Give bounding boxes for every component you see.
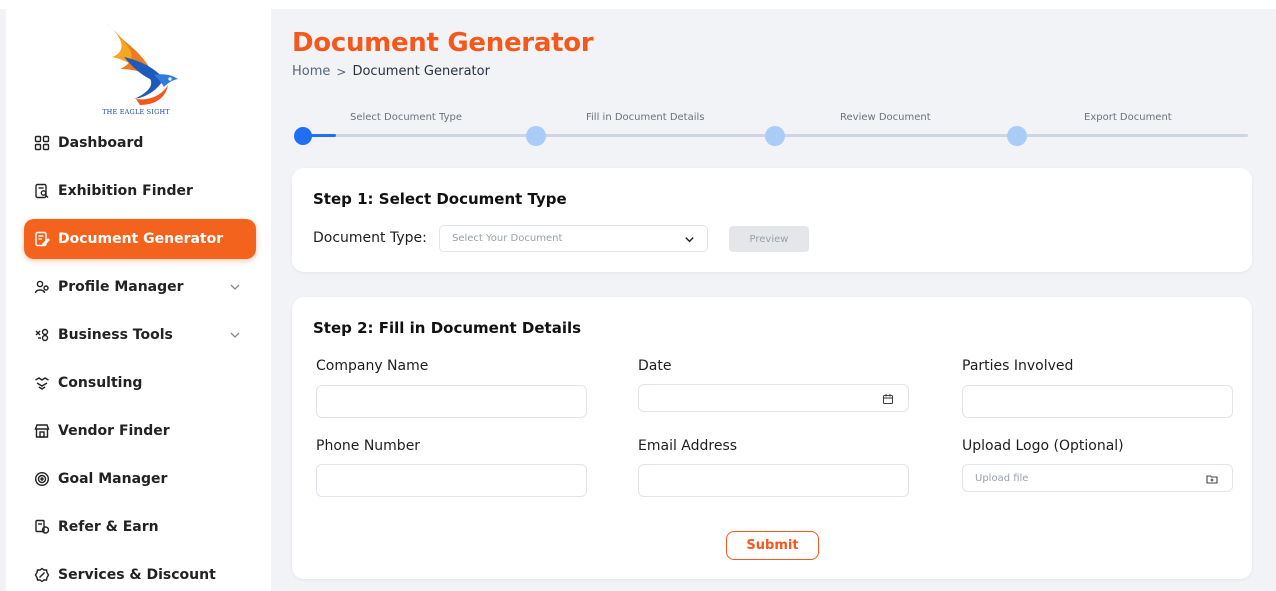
upload-logo-placeholder: Upload file <box>975 472 1029 484</box>
submit-button[interactable]: Submit <box>726 531 819 560</box>
chevron-down-icon <box>685 237 694 243</box>
breadcrumb-home-link[interactable]: Home <box>292 64 330 79</box>
logo-text: THE EAGLE SIGHT <box>102 108 170 116</box>
grid-icon <box>34 135 50 151</box>
step1-title: Step 1: Select Document Type <box>313 190 567 208</box>
date-label: Date <box>638 358 672 374</box>
sidebar-item-refer-earn[interactable]: Refer & Earn <box>24 507 256 547</box>
breadcrumb-current: Document Generator <box>352 64 490 79</box>
top-band <box>0 0 1276 9</box>
sidebar-item-profile-manager[interactable]: Profile Manager <box>24 267 256 307</box>
preview-button[interactable]: Preview <box>729 226 809 252</box>
step1-card: Step 1: Select Document Type Document Ty… <box>292 168 1252 272</box>
sidebar-item-label: Profile Manager <box>58 279 184 295</box>
sidebar-item-goal-manager[interactable]: Goal Manager <box>24 459 256 499</box>
step-dot-1[interactable] <box>294 127 312 145</box>
sidebar-item-label: Exhibition Finder <box>58 183 193 199</box>
document-type-select[interactable]: Select Your Document <box>439 225 708 252</box>
folder-upload-icon[interactable] <box>1206 473 1218 485</box>
sidebar-item-label: Dashboard <box>58 135 144 151</box>
search-document-icon <box>35 183 49 199</box>
breadcrumb: Home > Document Generator <box>292 64 490 79</box>
company-name-input[interactable] <box>316 385 587 418</box>
phone-number-label: Phone Number <box>316 438 421 454</box>
email-address-input[interactable] <box>638 464 909 497</box>
target-icon <box>34 471 50 487</box>
sidebar-item-label: Document Generator <box>58 231 224 247</box>
chevron-down-icon[interactable] <box>228 280 242 294</box>
step-label-fill-details: Fill in Document Details <box>586 112 705 123</box>
chevron-down-icon[interactable] <box>228 328 242 342</box>
document-type-label: Document Type: <box>313 230 427 246</box>
tools-icon <box>35 328 49 342</box>
page-title: Document Generator <box>292 28 594 58</box>
sidebar: THE EAGLE SIGHT Dashboard Exhibition Fin… <box>6 9 271 591</box>
parties-involved-label: Parties Involved <box>962 358 1074 374</box>
sidebar-item-label: Refer & Earn <box>58 519 159 535</box>
users-icon <box>34 280 49 294</box>
step-dot-4[interactable] <box>1007 126 1027 146</box>
company-name-label: Company Name <box>316 358 429 374</box>
sidebar-item-vendor-finder[interactable]: Vendor Finder <box>24 411 256 451</box>
parties-involved-input[interactable] <box>962 385 1233 418</box>
sidebar-item-label: Business Tools <box>58 327 173 343</box>
document-edit-icon <box>35 231 50 247</box>
sidebar-item-dashboard[interactable]: Dashboard <box>24 123 256 163</box>
step-label-select-type: Select Document Type <box>350 112 462 123</box>
refer-icon <box>35 519 50 534</box>
sidebar-item-consulting[interactable]: Consulting <box>24 363 256 403</box>
step-dot-2[interactable] <box>526 126 546 146</box>
email-address-label: Email Address <box>638 438 738 454</box>
step2-card: Step 2: Fill in Document Details Company… <box>292 297 1252 579</box>
breadcrumb-separator: > <box>336 64 347 79</box>
eagle-logo <box>94 17 194 117</box>
progress-stepper: Select Document Type Fill in Document De… <box>292 104 1252 154</box>
sidebar-item-document-generator[interactable]: Document Generator <box>24 219 256 259</box>
step-dot-3[interactable] <box>765 126 785 146</box>
handshake-icon <box>35 377 49 390</box>
sidebar-item-label: Services & Discount <box>58 567 216 583</box>
sidebar-item-label: Vendor Finder <box>58 423 170 439</box>
calendar-icon[interactable] <box>882 393 894 405</box>
sidebar-item-services-discount[interactable]: Services & Discount <box>24 555 256 591</box>
sidebar-item-exhibition-finder[interactable]: Exhibition Finder <box>24 171 256 211</box>
discount-icon <box>34 567 50 583</box>
step2-title: Step 2: Fill in Document Details <box>313 319 582 337</box>
phone-number-input[interactable] <box>316 464 587 497</box>
date-input[interactable] <box>638 384 909 412</box>
sidebar-item-business-tools[interactable]: Business Tools <box>24 315 256 355</box>
upload-logo-input[interactable]: Upload file <box>962 464 1233 492</box>
sidebar-item-label: Consulting <box>58 375 143 391</box>
step-label-review: Review Document <box>840 112 931 123</box>
step-label-export: Export Document <box>1084 112 1172 123</box>
store-icon <box>34 424 50 438</box>
sidebar-item-label: Goal Manager <box>58 471 168 487</box>
upload-logo-label: Upload Logo (Optional) <box>962 438 1124 454</box>
document-type-placeholder: Select Your Document <box>452 233 563 244</box>
